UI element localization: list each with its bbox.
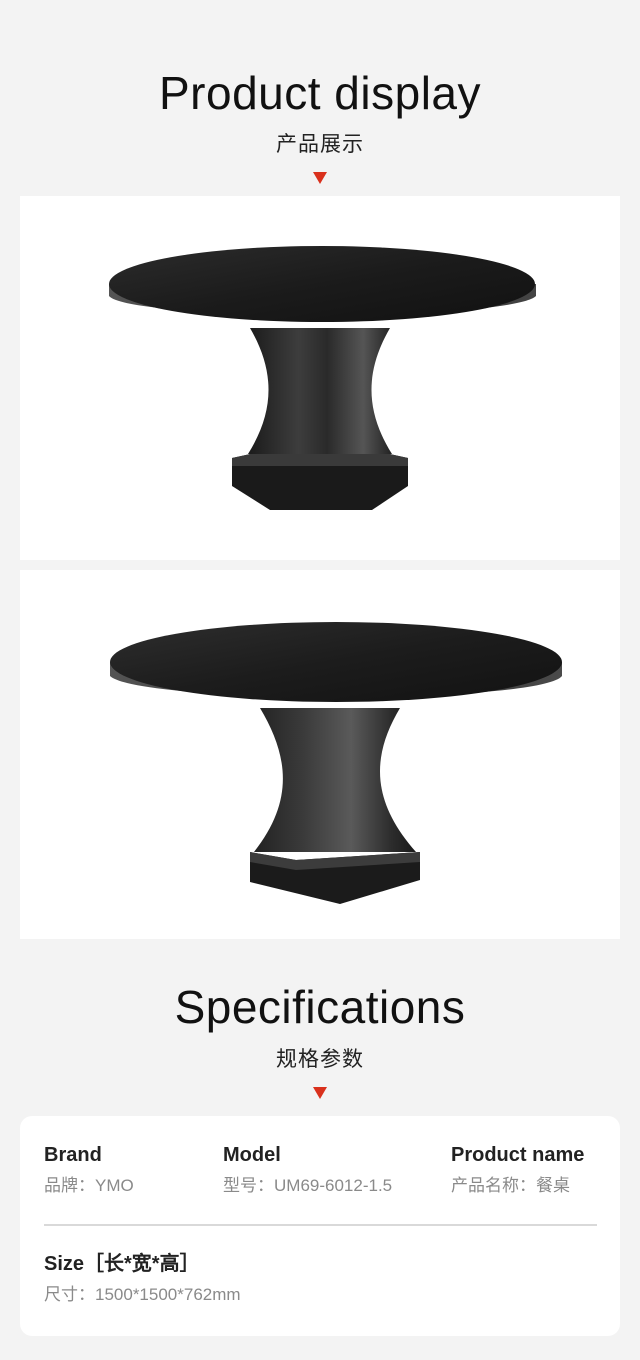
size-value: 尺寸：1500*1500*762mm: [44, 1285, 241, 1304]
product-display-subtitle: 产品展示: [276, 133, 364, 156]
product-name-value: 产品名称：餐桌: [451, 1176, 570, 1195]
spec-product-name: Product name 产品名称：餐桌: [451, 1143, 584, 1196]
product-display-title: Product display: [159, 67, 481, 119]
brand-label: Brand: [44, 1144, 102, 1166]
brand-value: 品牌：YMO: [44, 1176, 134, 1195]
model-label: Model: [223, 1144, 281, 1166]
specifications-card: Brand 品牌：YMO Model 型号：UM69-6012-1.5 Prod…: [20, 1116, 620, 1336]
spec-size: Size［长*宽*高］ 尺寸：1500*1500*762mm: [44, 1252, 241, 1305]
specifications-title: Specifications: [174, 981, 466, 1033]
product-image-front: [20, 196, 620, 560]
spec-model: Model 型号：UM69-6012-1.5: [223, 1143, 392, 1196]
size-label: Size［长*宽*高］: [44, 1253, 200, 1275]
specifications-subtitle: 规格参数: [276, 1048, 364, 1071]
down-triangle-icon: [313, 172, 327, 184]
model-value: 型号：UM69-6012-1.5: [223, 1176, 393, 1195]
product-image-side: [20, 570, 620, 939]
product-name-label: Product name: [451, 1144, 585, 1166]
down-triangle-icon: [313, 1087, 327, 1099]
spec-brand: Brand 品牌：YMO: [44, 1143, 134, 1196]
spec-divider: [44, 1224, 597, 1226]
